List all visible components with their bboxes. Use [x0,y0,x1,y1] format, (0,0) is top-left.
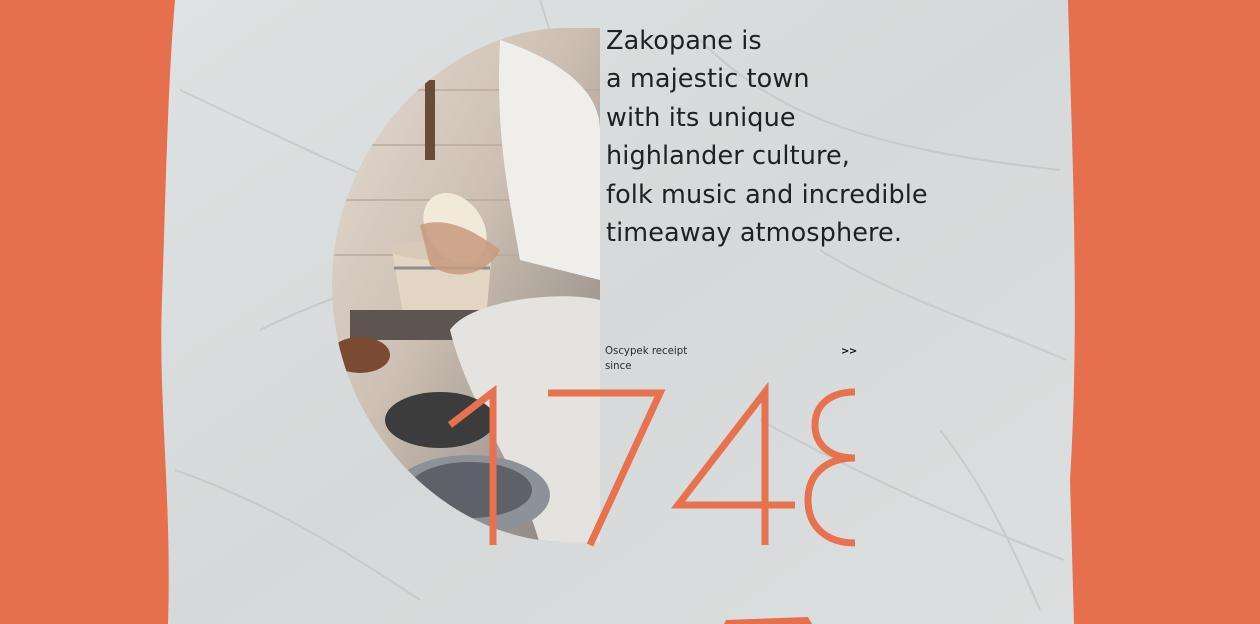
intro-line-3: with its unique [606,102,796,133]
intro-line-2: a majestic town [606,64,810,95]
year-caption: Oscypek receipt since [605,345,687,374]
intro-line-1: Zakopane is [606,26,762,56]
caption-line-1: Oscypek receipt [605,346,688,357]
next-arrow-link[interactable]: >> [841,345,857,359]
intro-text: Zakopane is a majestic town with its uni… [606,22,966,252]
poster-stage: Zakopane is a majestic town with its uni… [0,0,1260,624]
intro-line-4: highlander culture, [606,141,850,172]
caption-line-2: since [605,360,632,372]
intro-line-6: timeaway atmosphere. [606,218,903,249]
intro-line-5: folk music and incredible [606,179,928,210]
